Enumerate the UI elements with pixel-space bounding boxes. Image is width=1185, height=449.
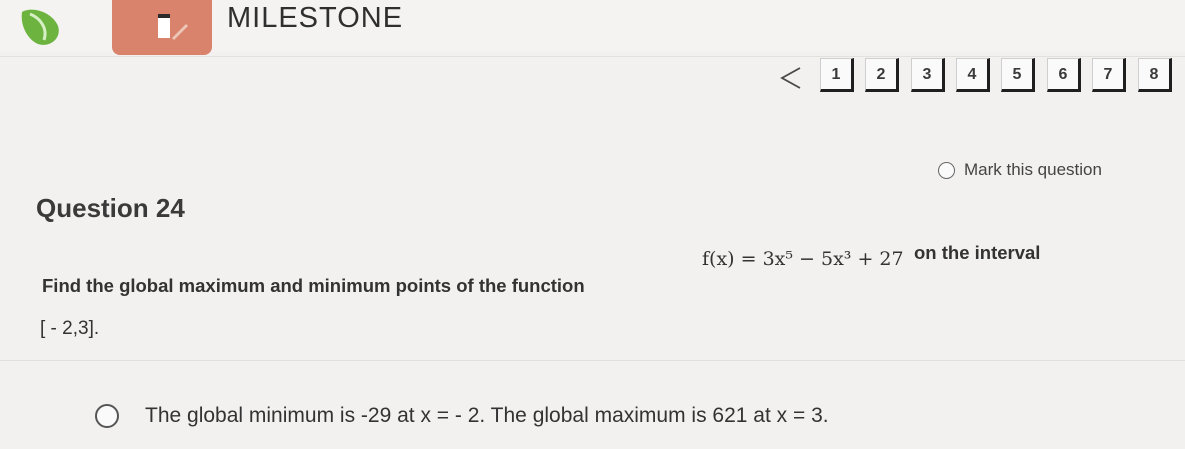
question-prompt-end: on the interval <box>914 242 1041 263</box>
pager-prev-button[interactable] <box>770 58 810 98</box>
page-button-3[interactable]: 3 <box>911 58 945 92</box>
mark-question-label: Mark this question <box>964 160 1102 179</box>
page-button-2[interactable]: 2 <box>865 58 899 92</box>
answer-option[interactable]: The global minimum is -29 at x = - 2. Th… <box>95 404 829 428</box>
page-button-1[interactable]: 1 <box>820 58 854 92</box>
header: MILESTONE <box>0 0 1185 55</box>
answer-radio[interactable] <box>95 404 119 428</box>
answer-label: The global minimum is -29 at x = - 2. Th… <box>145 404 829 427</box>
page-button-8[interactable]: 8 <box>1138 58 1172 92</box>
mark-question-toggle[interactable]: Mark this question <box>938 160 1102 180</box>
page-button-5[interactable]: 5 <box>1001 58 1035 92</box>
question-prompt: Find the global maximum and minimum poin… <box>42 275 585 296</box>
header-tile <box>112 0 212 55</box>
interval-text: [ - 2,3]. <box>40 318 100 339</box>
calculator-icon <box>158 14 188 40</box>
logo-icon <box>21 9 59 45</box>
question-title: Question 24 <box>36 193 185 223</box>
content-divider <box>0 360 1185 361</box>
app-title: MILESTONE <box>227 2 404 34</box>
page-button-7[interactable]: 7 <box>1092 58 1126 92</box>
mark-radio[interactable] <box>938 161 955 179</box>
chevron-left-icon <box>780 67 801 89</box>
page-button-6[interactable]: 6 <box>1047 58 1081 92</box>
function-formula: f(x) = 3x⁵ − 5x³ + 27 <box>702 248 904 270</box>
header-divider <box>0 56 1185 57</box>
page-button-4[interactable]: 4 <box>956 58 990 92</box>
